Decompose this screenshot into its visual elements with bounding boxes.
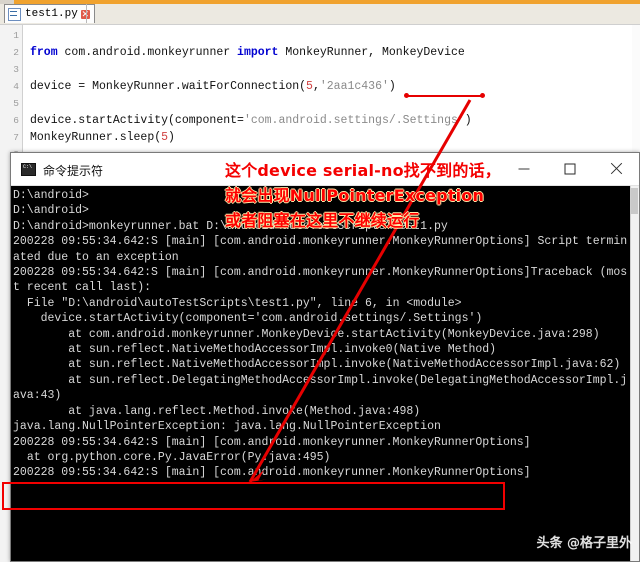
console-line: 200228 09:55:34.642:S [main] [com.androi… (13, 266, 628, 295)
console-line: at sun.reflect.DelegatingMethodAccessorI… (13, 373, 628, 403)
console-text: D:\android> D:\android> D:\android>monkeyr… (13, 188, 631, 481)
console-line: D:\android> (13, 189, 89, 202)
console-line: 200228 09:55:34.642:S [main] [com.androi… (13, 235, 628, 264)
maximize-icon (564, 163, 576, 175)
code-token: ) (464, 114, 472, 127)
console-vertical-scrollbar[interactable] (630, 186, 639, 561)
code-token: import (237, 46, 286, 59)
maximize-button[interactable] (547, 153, 593, 185)
minimize-button[interactable] (501, 153, 547, 185)
code-token: device.startActivity(component= (30, 114, 244, 127)
line-number: 6 (13, 115, 19, 126)
code-token: 'com.android.settings/.Settings' (243, 114, 465, 127)
screenshot-root: test1.py ✕ 1 2 3 4 5 6 7 8 from com.andr… (0, 0, 640, 562)
console-scrollbar-thumb[interactable] (631, 188, 638, 214)
editor-tab-overflow (86, 4, 103, 23)
python-file-icon (8, 7, 21, 21)
editor-tab-test1py[interactable]: test1.py ✕ (4, 4, 95, 23)
console-line: at com.android.monkeyrunner.MonkeyDevice… (13, 327, 600, 341)
code-token: , (312, 80, 320, 93)
console-line: D:\android>monkeyrunner.bat D:\android\a… (13, 219, 448, 233)
code-token: 5 (306, 80, 313, 93)
console-title-bar[interactable]: C:\ 命令提示符 (11, 153, 639, 186)
close-button[interactable] (593, 153, 639, 185)
console-output-area[interactable]: D:\android> D:\android> D:\android>monkeyr… (11, 186, 639, 561)
code-line-4: device = MonkeyRunner.waitForConnection(… (30, 78, 396, 95)
console-line: File "D:\android\autoTestScripts\test1.p… (13, 296, 462, 310)
console-line: at sun.reflect.NativeMethodAccessorImpl.… (13, 358, 621, 372)
console-line: at sun.reflect.NativeMethodAccessorImpl.… (13, 343, 497, 357)
code-line-7: MonkeyRunner.sleep(5) (30, 129, 175, 146)
code-token: MonkeyRunner, MonkeyDevice (285, 46, 465, 59)
code-token: MonkeyRunner.sleep( (30, 131, 162, 144)
code-token: ) (388, 80, 396, 93)
console-line: 200228 09:55:34.642:S [main] [com.androi… (13, 466, 531, 480)
code-token: '2aa1c436' (319, 80, 389, 93)
code-token: ) (168, 131, 175, 144)
code-line-6: device.startActivity(component='com.andr… (30, 112, 472, 129)
line-number: 3 (13, 64, 19, 75)
code-line-2: from com.android.monkeyrunner import Mon… (30, 44, 465, 61)
console-title: 命令提示符 (43, 164, 104, 178)
editor-tab-bar: test1.py ✕ (0, 4, 640, 25)
console-line: 200228 09:55:34.642:S [main] [com.androi… (13, 435, 531, 449)
close-icon (609, 162, 623, 176)
line-number: 2 (13, 47, 19, 58)
code-token: device = MonkeyRunner.waitForConnection( (30, 80, 307, 93)
line-number: 4 (13, 81, 19, 92)
line-number: 7 (13, 132, 19, 143)
code-token: com.android.monkeyrunner (64, 46, 238, 59)
console-line: at org.python.core.Py.JavaError(Py.java:… (13, 450, 331, 464)
console-line: device.startActivity(component='com.andr… (13, 312, 483, 326)
command-prompt-window[interactable]: C:\ 命令提示符 D:\android> D:\android> D:\andro… (10, 152, 640, 562)
line-number: 5 (13, 98, 19, 109)
code-token: 5 (161, 131, 169, 144)
editor-tab-label: test1.py (25, 8, 78, 20)
console-window-icon: C:\ (21, 163, 36, 176)
console-line: at java.lang.reflect.Method.invoke(Metho… (13, 404, 421, 418)
console-line: D:\android> (13, 204, 89, 218)
console-icon-text: C:\ (23, 164, 33, 170)
minimize-icon (518, 168, 530, 170)
line-number: 1 (13, 30, 19, 41)
code-token: from (30, 46, 65, 59)
console-exception-line: java.lang.NullPointerException: java.lan… (13, 420, 441, 434)
